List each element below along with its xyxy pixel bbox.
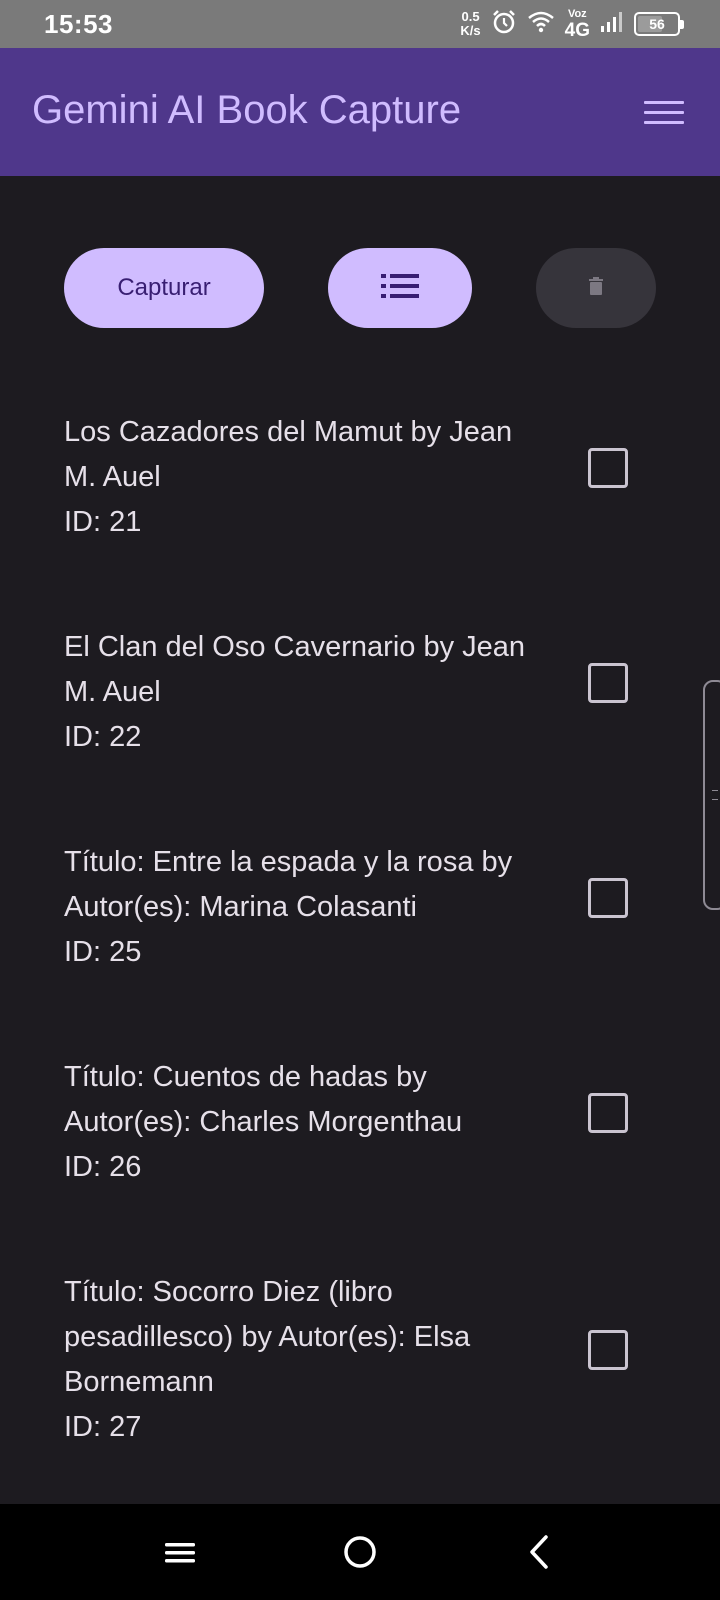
book-title-line: El Clan del Oso Cavernario by Jean <box>64 631 526 663</box>
book-info: El Clan del Oso Cavernario by Jean M. Au… <box>64 625 564 760</box>
back-icon[interactable] <box>520 1532 560 1572</box>
home-icon[interactable] <box>340 1532 380 1572</box>
system-nav-bar <box>0 1504 720 1600</box>
network-type-label: 4G <box>564 20 590 41</box>
book-checkbox[interactable] <box>588 878 628 918</box>
trash-icon <box>589 276 603 300</box>
signal-icon <box>600 10 624 39</box>
scroll-grip-icon <box>712 790 718 800</box>
recents-icon[interactable] <box>160 1532 200 1572</box>
hamburger-menu-icon[interactable] <box>644 92 684 132</box>
book-title-line: Bornemann <box>64 1366 214 1398</box>
scroll-handle[interactable] <box>703 680 720 910</box>
book-title-line: Título: Cuentos de hadas by <box>64 1061 427 1093</box>
app-title: Gemini AI Book Capture <box>32 88 462 132</box>
menu-line <box>644 120 684 124</box>
delete-button[interactable] <box>536 248 656 328</box>
capture-button[interactable]: Capturar <box>64 248 264 328</box>
capture-button-label: Capturar <box>117 274 211 301</box>
book-info: Título: Socorro Diez (libro pesadillesco… <box>64 1270 564 1450</box>
book-id: ID: 25 <box>64 936 142 968</box>
book-id: ID: 26 <box>64 1151 142 1183</box>
book-info: Título: Entre la espada y la rosa by Aut… <box>64 840 564 975</box>
status-time: 15:53 <box>44 9 113 39</box>
net-speed-unit: K/s <box>460 23 481 38</box>
book-title-line: Los Cazadores del Mamut by Jean <box>64 416 513 448</box>
net-speed-indicator: 0.5 K/s <box>460 10 480 38</box>
book-checkbox[interactable] <box>588 1330 628 1370</box>
book-checkbox[interactable] <box>588 1093 628 1133</box>
book-title-line: pesadillesco) by Autor(es): Elsa <box>64 1321 471 1353</box>
book-id: ID: 27 <box>64 1411 142 1443</box>
status-bar: 15:53 0.5 K/s Voz 4G 56 <box>0 0 720 48</box>
network-voz-label: Voz <box>567 8 587 20</box>
network-type-indicator: Voz 4G <box>565 7 590 41</box>
book-title-line: M. Auel <box>64 676 161 708</box>
app-bar: Gemini AI Book Capture <box>0 48 720 176</box>
book-title-line: Título: Socorro Diez (libro <box>64 1276 393 1308</box>
status-icons: 0.5 K/s Voz 4G 56 <box>460 6 684 42</box>
book-title-line: Autor(es): Charles Morgenthau <box>64 1106 463 1138</box>
alarm-icon <box>491 9 517 40</box>
book-title-line: Autor(es): Marina Colasanti <box>64 891 417 923</box>
book-checkbox[interactable] <box>588 448 628 488</box>
book-id: ID: 22 <box>64 721 142 753</box>
wifi-icon <box>527 10 555 39</box>
book-info: Título: Cuentos de hadas by Autor(es): C… <box>64 1055 564 1190</box>
book-title-line: M. Auel <box>64 461 161 493</box>
net-speed-value: 0.5 <box>461 9 480 24</box>
list-icon <box>381 273 419 304</box>
action-button-row: Capturar <box>0 248 720 328</box>
menu-line <box>644 100 684 104</box>
menu-line <box>644 110 684 114</box>
battery-icon: 56 <box>634 12 684 36</box>
battery-level: 56 <box>649 16 665 32</box>
list-button[interactable] <box>328 248 472 328</box>
book-title-line: Título: Entre la espada y la rosa by <box>64 846 513 878</box>
book-info: Los Cazadores del Mamut by Jean M. Auel … <box>64 410 564 545</box>
book-checkbox[interactable] <box>588 663 628 703</box>
book-id: ID: 21 <box>64 506 142 538</box>
